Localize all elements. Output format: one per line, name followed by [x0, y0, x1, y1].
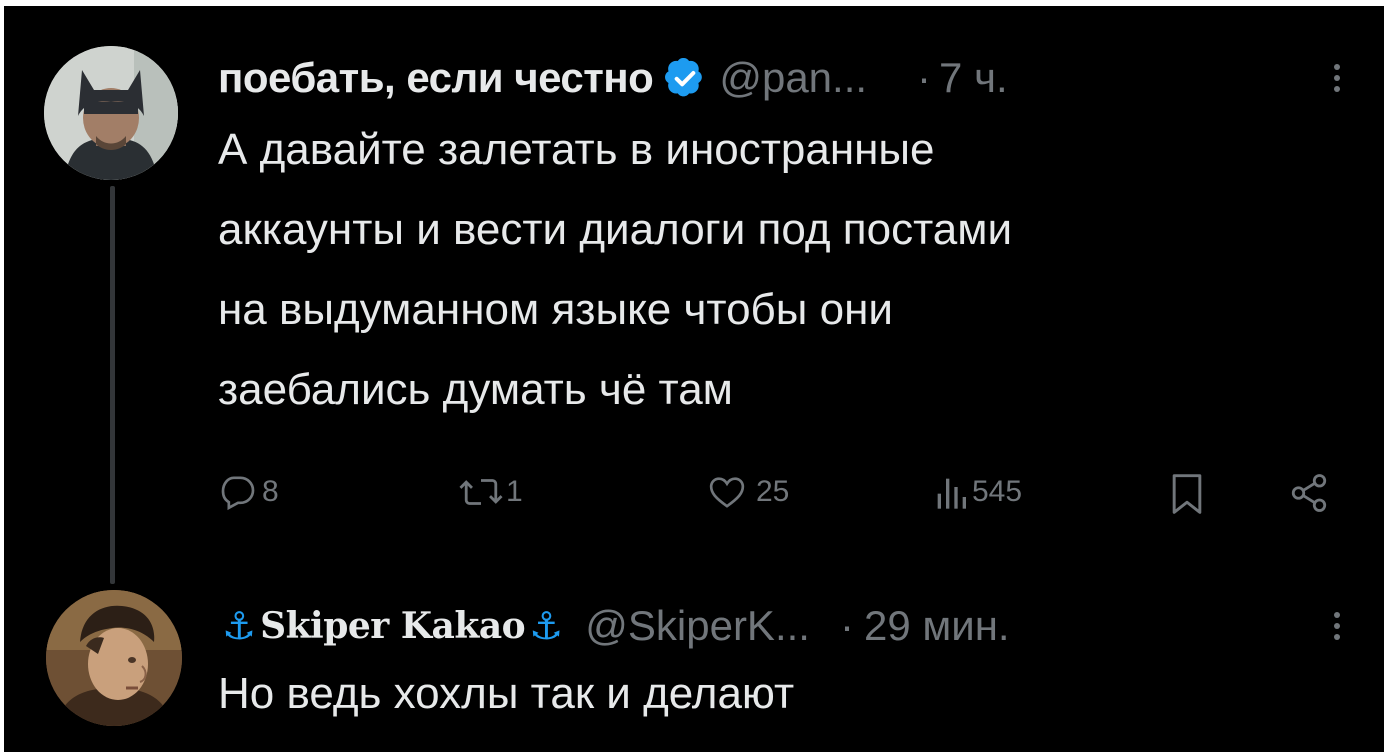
display-name[interactable]: Skiper Kakao	[260, 605, 526, 647]
medieval-portrait-avatar-image	[46, 590, 182, 726]
reply-icon	[221, 476, 255, 511]
tweet-actions-bar: 8 1 25 545	[218, 472, 1358, 524]
tweet-text: А давайте залетать в иностранные аккаунт…	[218, 125, 1013, 414]
separator-dot: ·	[917, 54, 932, 101]
bookmark-icon	[1172, 474, 1202, 514]
tweet-original[interactable]: поебать, если честно @pan... · 7 ч. А да…	[4, 6, 1384, 566]
verified-badge-icon	[665, 58, 703, 97]
tweet-timestamp[interactable]: 7 ч.	[939, 54, 1008, 102]
views-count: 545	[972, 475, 1023, 508]
user-handle[interactable]: @SkiperK...	[585, 602, 810, 650]
more-icon[interactable]	[1334, 612, 1340, 640]
tweet-timestamp[interactable]: 29 мин.	[864, 602, 1010, 650]
reply-count: 8	[262, 475, 279, 508]
user-avatar[interactable]	[44, 46, 178, 180]
display-name[interactable]: поебать, если честно	[218, 54, 654, 102]
tweet-reply[interactable]: ⚓ Skiper Kakao ⚓ @SkiperK... · 29 мин. Н…	[4, 566, 1384, 752]
anchor-emoji-left: ⚓	[222, 605, 257, 648]
batman-mask-avatar-image	[44, 46, 178, 180]
share-icon	[1291, 474, 1327, 512]
heart-icon	[709, 477, 745, 508]
tweet-header: поебать, если честно @pan... · 7 ч.	[218, 46, 1008, 110]
like-button[interactable]: 25	[706, 472, 789, 512]
like-count: 25	[756, 475, 790, 508]
tweet-header: ⚓ Skiper Kakao ⚓ @SkiperK... · 29 мин.	[218, 594, 1010, 658]
views-icon	[937, 478, 966, 509]
anchor-emoji-right: ⚓	[529, 605, 564, 648]
user-avatar[interactable]	[46, 590, 182, 726]
repost-count: 1	[506, 475, 523, 508]
tweet-thread: поебать, если честно @pan... · 7 ч. А да…	[4, 6, 1384, 752]
user-handle[interactable]: @pan...	[719, 54, 867, 102]
more-icon[interactable]	[1334, 64, 1340, 92]
repost-button[interactable]: 1	[458, 472, 523, 512]
repost-icon	[459, 479, 503, 505]
separator-dot: ·	[839, 602, 854, 649]
share-button[interactable]	[1288, 472, 1330, 514]
reply-button[interactable]: 8	[218, 472, 279, 512]
bookmark-button[interactable]	[1168, 472, 1206, 516]
views-button[interactable]: 545	[934, 472, 1022, 512]
tweet-text: Но ведь хохлы так и делают	[218, 669, 795, 718]
